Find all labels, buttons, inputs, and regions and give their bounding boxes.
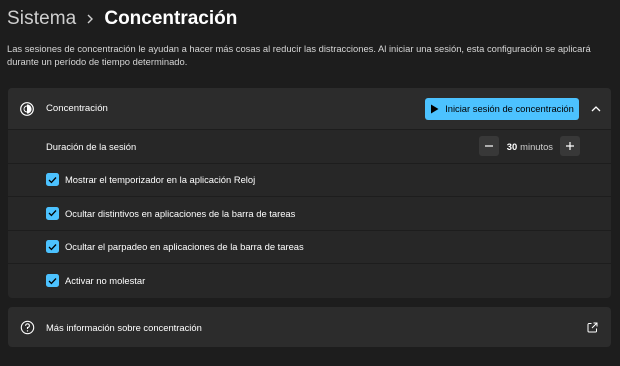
option-row: Activar no molestar bbox=[8, 264, 611, 298]
duration-unit: minutos bbox=[520, 140, 553, 152]
more-info-link[interactable]: Más información sobre concentración bbox=[8, 307, 611, 347]
more-info-label: Más información sobre concentración bbox=[46, 321, 202, 333]
decrease-duration-button[interactable] bbox=[478, 136, 499, 157]
hide-badges-checkbox[interactable] bbox=[46, 206, 59, 220]
help-icon bbox=[8, 320, 46, 335]
focus-clock-icon bbox=[8, 101, 46, 117]
option-row: Ocultar el parpadeo en aplicaciones de l… bbox=[8, 231, 611, 264]
focus-title: Concentración bbox=[46, 103, 108, 114]
start-focus-session-label: Iniciar sesión de concentración bbox=[445, 103, 574, 114]
checkmark-icon bbox=[48, 243, 57, 251]
option-row: Ocultar distintivos en aplicaciones de l… bbox=[8, 197, 611, 231]
session-duration-row: Duración de la sesión 30 minutos bbox=[8, 130, 611, 164]
hide-flashing-label: Ocultar el parpadeo en aplicaciones de l… bbox=[65, 241, 304, 253]
breadcrumb-parent[interactable]: Sistema bbox=[7, 8, 76, 30]
option-row: Mostrar el temporizador en la aplicación… bbox=[8, 164, 611, 197]
checkmark-icon bbox=[48, 277, 57, 285]
minus-icon bbox=[484, 145, 493, 147]
show-timer-label: Mostrar el temporizador en la aplicación… bbox=[65, 174, 256, 186]
focus-expander: Concentración Iniciar sesión de concentr… bbox=[8, 88, 611, 298]
open-external-icon bbox=[585, 320, 599, 334]
do-not-disturb-label: Activar no molestar bbox=[65, 275, 146, 287]
increase-duration-button[interactable] bbox=[560, 136, 580, 157]
duration-stepper: 30 minutos bbox=[478, 136, 580, 157]
page-description: Las sesiones de concentración le ayudan … bbox=[7, 43, 591, 67]
chevron-right-icon bbox=[76, 14, 104, 24]
start-focus-session-button[interactable]: Iniciar sesión de concentración bbox=[425, 97, 579, 120]
do-not-disturb-checkbox[interactable] bbox=[46, 274, 59, 288]
checkmark-icon bbox=[48, 176, 57, 184]
checkmark-icon bbox=[48, 210, 57, 217]
hide-flashing-checkbox[interactable] bbox=[46, 240, 59, 254]
chevron-up-icon[interactable] bbox=[585, 98, 607, 120]
breadcrumb: Sistema Concentración bbox=[7, 6, 237, 32]
show-timer-checkbox[interactable] bbox=[46, 173, 59, 187]
page-title: Concentración bbox=[104, 8, 238, 29]
focus-settings-page: Sistema Concentración Las sesiones de co… bbox=[0, 0, 620, 366]
play-icon bbox=[431, 104, 439, 113]
hide-badges-label: Ocultar distintivos en aplicaciones de l… bbox=[65, 207, 296, 219]
plus-icon bbox=[566, 142, 574, 151]
duration-value: 30 bbox=[506, 140, 518, 152]
focus-expander-header[interactable]: Concentración Iniciar sesión de concentr… bbox=[8, 88, 611, 130]
session-duration-label: Duración de la sesión bbox=[46, 140, 137, 152]
